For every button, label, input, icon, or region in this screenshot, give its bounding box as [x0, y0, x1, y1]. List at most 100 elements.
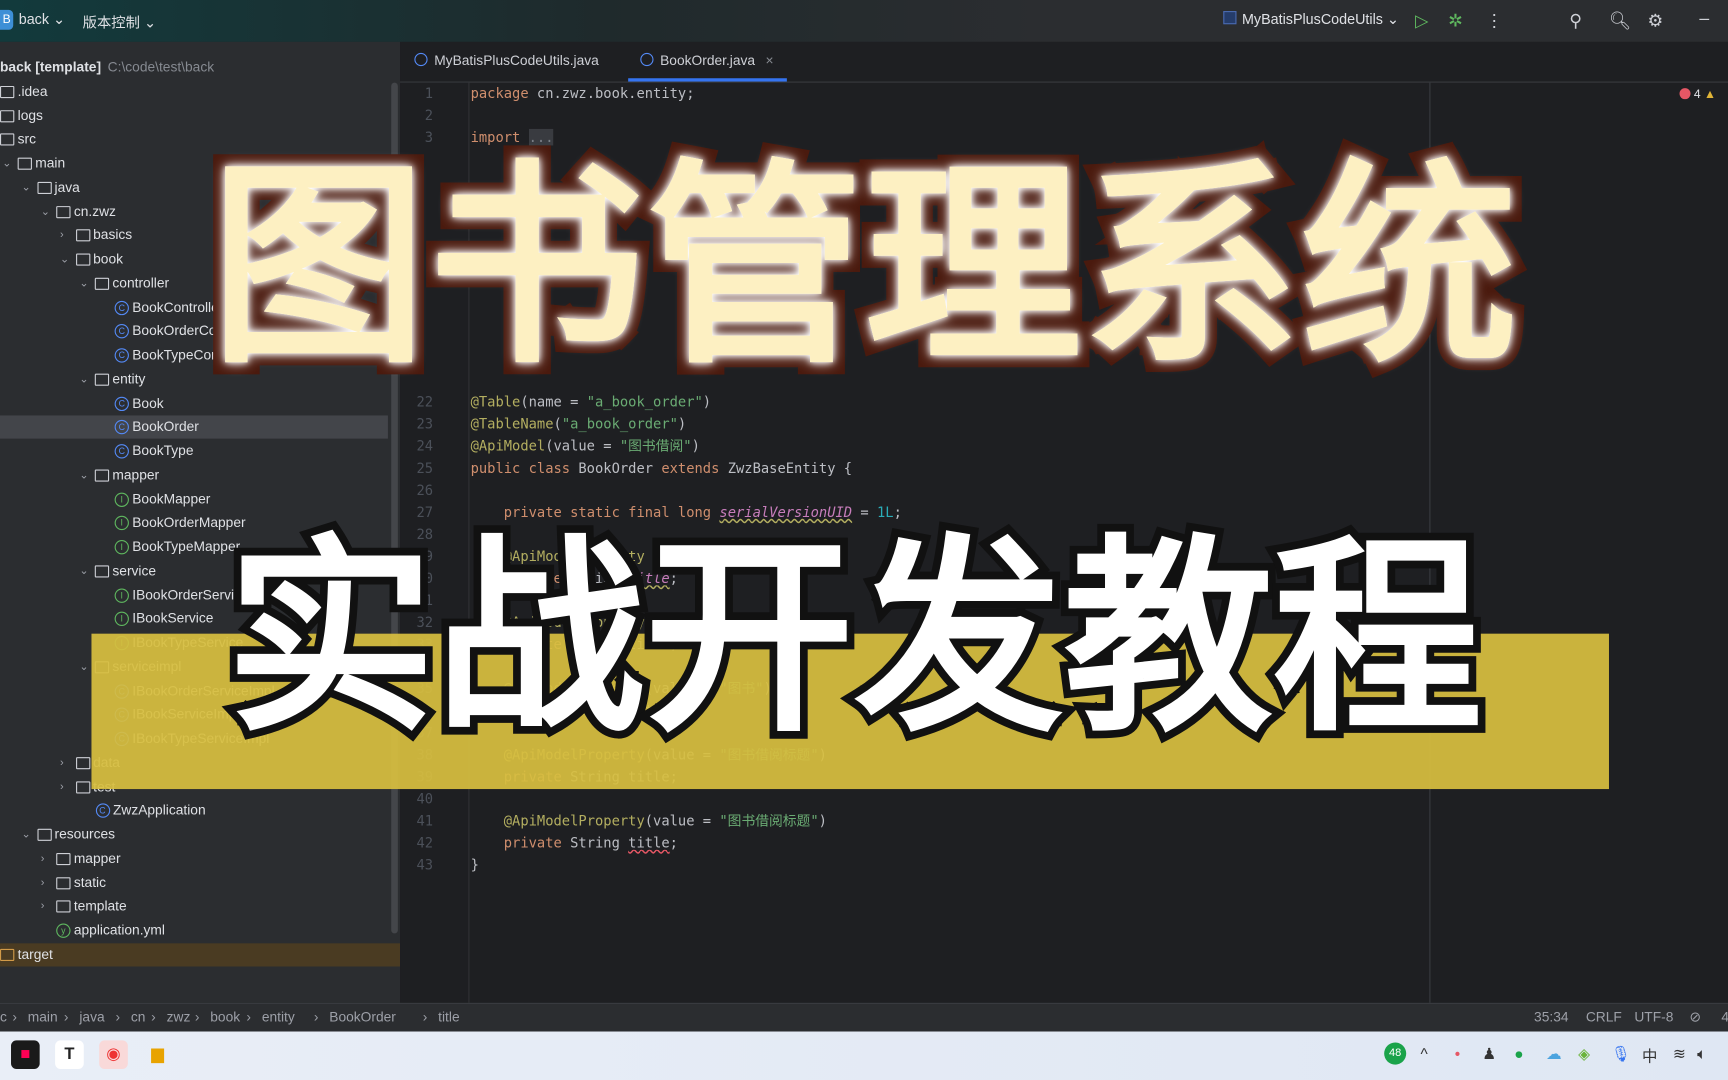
tree-item[interactable]: y application.yml — [0, 919, 388, 942]
breadcrumb-item[interactable]: zwz — [167, 1004, 191, 1030]
record-dot-icon[interactable]: • — [1455, 1045, 1460, 1063]
project-badge: B — [0, 9, 14, 30]
class-icon: C — [95, 803, 110, 818]
tree-label-wrap: template — [74, 895, 127, 918]
chevron-right-icon[interactable]: › — [60, 775, 64, 798]
tree-item[interactable]: › template — [0, 895, 388, 918]
line-number: 1 — [424, 84, 434, 102]
tree-item-label: cn.zwz — [73, 203, 116, 219]
breadcrumb-item[interactable]: book — [210, 1004, 240, 1030]
typora-icon[interactable]: T — [55, 1040, 84, 1069]
code-text: public class BookOrder extends ZwzBaseEn… — [470, 459, 853, 477]
security-icon[interactable]: ◈ — [1578, 1045, 1590, 1064]
interface-icon: I — [114, 516, 129, 531]
tree-item[interactable]: target — [0, 943, 401, 967]
breadcrumb-item[interactable]: entity — [262, 1004, 295, 1030]
minimize-icon[interactable]: – — [1699, 10, 1709, 30]
line-number: 24 — [416, 437, 434, 455]
intellij-idea-icon[interactable]: ■ — [11, 1040, 40, 1069]
run-config-label: MyBatisPlusCodeUtils — [1241, 11, 1383, 28]
breadcrumb-separator-icon: › — [246, 1009, 252, 1025]
project-path: C:\code\test\back — [107, 59, 215, 75]
tree-label-wrap: mapper — [112, 464, 159, 487]
breadcrumb-item[interactable]: cn — [131, 1004, 146, 1030]
chevron-down-icon[interactable]: ⌄ — [60, 248, 69, 271]
package-icon — [75, 253, 90, 266]
tab-bookorder[interactable]: BookOrder.java × — [640, 52, 774, 68]
ime-indicator[interactable]: 中 — [1642, 1045, 1657, 1067]
debug-icon[interactable]: ✲ — [1448, 10, 1463, 32]
add-user-icon[interactable]: ⚲ — [1569, 10, 1582, 32]
run-icon[interactable]: ▷ — [1415, 10, 1429, 32]
tree-item-label: entity — [112, 371, 146, 387]
breadcrumb-item[interactable]: c — [0, 1004, 7, 1030]
project-selector[interactable]: back ⌄ — [19, 11, 65, 29]
code-text: private String title; — [503, 834, 678, 851]
tab-mybatispluscodeutils[interactable]: MyBatisPlusCodeUtils.java — [414, 52, 599, 68]
volume-icon[interactable]: 🔈︎ — [1697, 1045, 1706, 1064]
package-icon — [94, 373, 110, 386]
microphone-icon[interactable]: 🎙︎ — [1611, 1045, 1631, 1064]
breadcrumb-item[interactable]: main — [28, 1004, 58, 1030]
class-icon: C — [114, 420, 129, 435]
chevron-right-icon[interactable]: › — [60, 224, 64, 247]
chevron-right-icon[interactable]: › — [41, 895, 45, 918]
problems-indicator[interactable]: 4 ▲ — [1679, 88, 1716, 101]
tree-item[interactable]: › static — [0, 871, 388, 894]
breadcrumb-item[interactable]: BookOrder — [329, 1004, 396, 1030]
tree-item-label: Book — [132, 395, 164, 411]
wechat-icon[interactable]: ● — [1514, 1045, 1523, 1063]
tree-item-label: src — [17, 131, 37, 147]
chevron-down-icon: ⌄ — [143, 14, 156, 31]
chevron-down-icon[interactable]: ⌄ — [79, 464, 88, 487]
tree-label-wrap: java — [55, 176, 80, 199]
line-number: 26 — [416, 481, 434, 499]
chevron-right-icon[interactable]: › — [41, 847, 45, 870]
file-explorer-icon[interactable]: ▆ — [143, 1040, 172, 1069]
tree-item[interactable]: .idea — [0, 80, 388, 103]
chrome-icon[interactable]: ◉ — [99, 1040, 128, 1069]
cloud-icon[interactable]: ☁ — [1546, 1045, 1561, 1064]
chevron-down-icon[interactable]: ⌄ — [21, 176, 30, 199]
tree-item[interactable]: logs — [0, 104, 388, 127]
chevron-right-icon[interactable]: › — [60, 751, 64, 774]
tree-item[interactable]: ⌄ resources — [0, 823, 388, 846]
tree-item[interactable]: I BookMapper — [0, 488, 388, 511]
tree-item[interactable]: › mapper — [0, 847, 388, 870]
qq-icon[interactable]: ♟ — [1482, 1045, 1496, 1064]
tree-item[interactable]: back [template] C:\code\test\back — [0, 56, 388, 79]
chevron-down-icon[interactable]: ⌄ — [21, 823, 30, 846]
tree-item[interactable]: C BookType — [0, 440, 388, 463]
tree-item[interactable]: C Book — [0, 392, 388, 415]
indent-setting[interactable]: 4 — [1721, 1004, 1728, 1030]
class-icon — [640, 52, 654, 67]
readonly-toggle-icon[interactable]: ⊘ — [1689, 1004, 1701, 1030]
gear-icon[interactable]: ⚙ — [1648, 10, 1664, 32]
vcs-menu[interactable]: 版本控制 ⌄ — [83, 11, 156, 32]
more-icon[interactable]: ⋮ — [1486, 10, 1504, 32]
tree-item[interactable]: ⌄ mapper — [0, 464, 388, 487]
chevron-down-icon[interactable]: ⌄ — [41, 200, 50, 223]
cursor-position[interactable]: 35:34 — [1534, 1004, 1568, 1030]
chevron-down-icon[interactable]: ⌄ — [79, 655, 88, 678]
chevron-right-icon[interactable]: › — [41, 871, 45, 894]
interface-icon: I — [114, 539, 129, 555]
search-icon[interactable]: 🔍︎ — [1609, 10, 1631, 32]
file-encoding[interactable]: UTF-8 — [1634, 1004, 1673, 1030]
chevron-down-icon[interactable]: ⌄ — [2, 152, 11, 175]
run-config-selector[interactable]: MyBatisPlusCodeUtils ⌄ — [1223, 11, 1399, 29]
wifi-icon[interactable]: ≋ — [1673, 1045, 1686, 1064]
line-separator[interactable]: CRLF — [1586, 1004, 1622, 1030]
chevron-down-icon[interactable]: ⌄ — [79, 560, 88, 583]
chevron-down-icon[interactable]: ⌄ — [79, 368, 88, 391]
close-tab-icon[interactable]: × — [766, 53, 774, 68]
chevron-down-icon[interactable]: ⌄ — [79, 272, 88, 295]
breadcrumb-item[interactable]: java — [79, 1004, 104, 1030]
chevron-up-icon[interactable]: ^ — [1421, 1045, 1428, 1063]
line-number: 40 — [416, 790, 434, 807]
breadcrumb-item[interactable]: title — [438, 1004, 459, 1030]
tree-label-wrap: controller — [112, 272, 169, 295]
tree-item[interactable]: C ZwzApplication — [0, 799, 388, 822]
tree-item[interactable]: C BookOrder — [0, 415, 388, 439]
tray-badge[interactable]: 48 — [1384, 1042, 1407, 1065]
